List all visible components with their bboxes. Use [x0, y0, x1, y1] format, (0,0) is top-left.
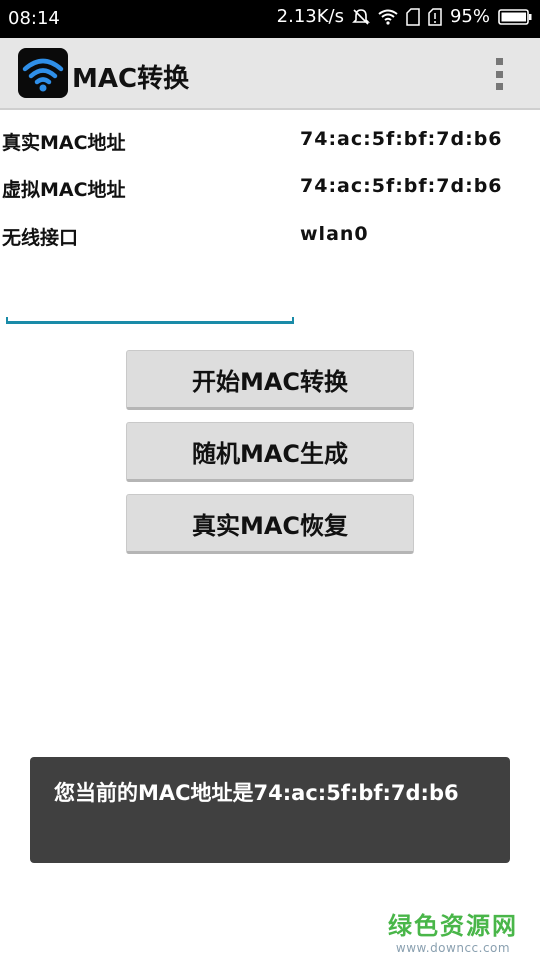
restore-mac-button[interactable]: 真实MAC恢复: [126, 494, 414, 554]
virtual-mac-row: 虚拟MAC地址 74:ac:5f:bf:7d:b6: [0, 167, 540, 207]
app-bar: MAC转换: [0, 38, 540, 110]
status-bar: 08:14 2.13K/s 95%: [0, 0, 540, 38]
interface-value: wlan0: [300, 223, 369, 245]
virtual-mac-label: 虚拟MAC地址: [2, 179, 126, 201]
real-mac-row: 真实MAC地址 74:ac:5f:bf:7d:b6: [0, 120, 540, 160]
mac-input[interactable]: [6, 296, 294, 322]
wifi-app-icon: [18, 48, 68, 98]
toast-message: 您当前的MAC地址是74:ac:5f:bf:7d:b6: [30, 757, 510, 863]
random-mac-button[interactable]: 随机MAC生成: [126, 422, 414, 482]
start-mac-change-button[interactable]: 开始MAC转换: [126, 350, 414, 410]
watermark-name: 绿色资源网: [388, 912, 518, 940]
sim-signal-icon: [406, 7, 420, 26]
wifi-icon: [378, 9, 398, 25]
interface-label: 无线接口: [2, 227, 79, 249]
more-vert-icon[interactable]: [494, 58, 504, 90]
sim-signal-2-icon: [428, 7, 442, 26]
network-speed: 2.13K/s: [276, 6, 344, 27]
app-title: MAC转换: [72, 64, 190, 94]
interface-row: 无线接口 wlan0: [0, 215, 540, 255]
real-mac-value: 74:ac:5f:bf:7d:b6: [300, 128, 503, 150]
mute-bell-icon: [352, 8, 370, 26]
watermark: 绿色资源网 www.downcc.com: [388, 906, 518, 955]
battery-percent: 95%: [449, 6, 490, 27]
real-mac-label: 真实MAC地址: [2, 132, 126, 154]
input-underline: [6, 317, 294, 324]
virtual-mac-value: 74:ac:5f:bf:7d:b6: [300, 175, 503, 197]
mac-input-container: [6, 296, 294, 326]
battery-icon: [498, 8, 532, 25]
status-right-group: 2.13K/s 95%: [277, 6, 532, 27]
watermark-url: www.downcc.com: [395, 941, 511, 955]
status-time: 08:14: [8, 8, 60, 29]
